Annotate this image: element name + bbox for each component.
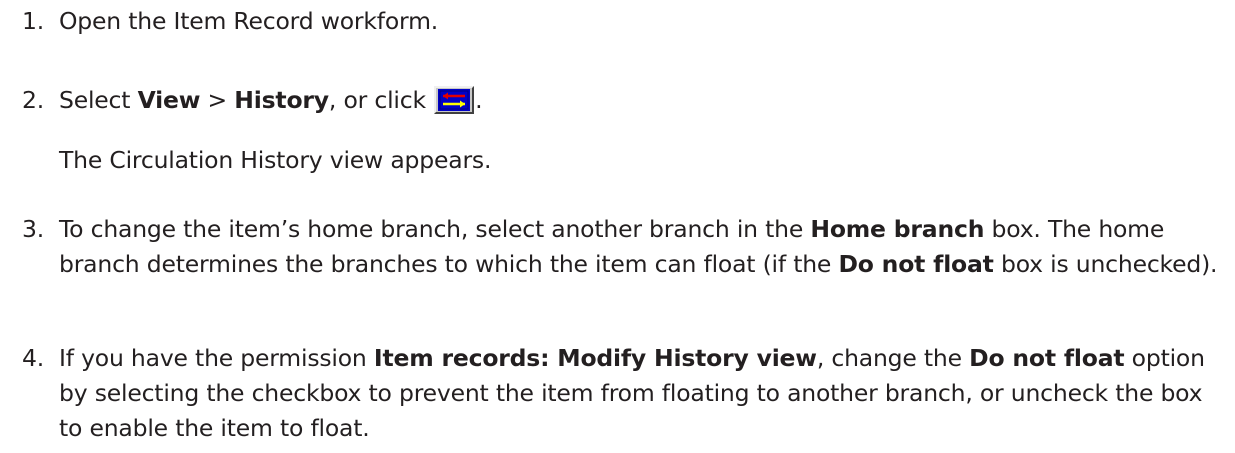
history-icon: [438, 89, 471, 111]
home-branch-label: Home branch: [810, 215, 985, 243]
permission-label: Item records: Modify History view: [373, 344, 817, 372]
step-text: Select View > History, or click .: [59, 83, 1225, 118]
step-2-result: The Circulation History view appears.: [59, 146, 492, 174]
do-not-float-label: Do not float: [969, 344, 1125, 372]
menu-separator: >: [200, 86, 235, 114]
history-menu-label: History: [234, 86, 329, 114]
step-4-text-1: If you have the permission: [59, 344, 374, 372]
step-3-text-1: To change the item’s home branch, select…: [59, 215, 811, 243]
step-number: 4.: [22, 344, 45, 372]
step-4-text-2: , change the: [816, 344, 970, 372]
step-text: To change the item’s home branch, select…: [59, 212, 1225, 282]
step-2-text-end: .: [475, 86, 483, 114]
step-number: 3.: [22, 215, 45, 243]
step-text: Open the Item Record workform.: [59, 4, 1225, 39]
step-2: 2. Select View > History, or click .: [22, 83, 1225, 118]
step-2-text-mid: , or click: [328, 86, 434, 114]
view-menu-label: View: [137, 86, 201, 114]
step-text: If you have the permission Item records:…: [59, 341, 1225, 446]
procedure-document: 1. Open the Item Record workform. 2. Sel…: [0, 0, 1235, 453]
step-2-text-pre: Select: [59, 86, 138, 114]
step-number: 1.: [22, 7, 45, 35]
history-view-button-icon[interactable]: [434, 86, 475, 114]
do-not-float-label: Do not float: [838, 250, 994, 278]
step-1-text: Open the Item Record workform.: [59, 7, 439, 35]
step-3: 3. To change the item’s home branch, sel…: [22, 212, 1225, 282]
step-3-text-3: box is unchecked).: [993, 250, 1218, 278]
step-number: 2.: [22, 86, 45, 114]
step-4: 4. If you have the permission Item recor…: [22, 341, 1225, 446]
step-1: 1. Open the Item Record workform.: [22, 4, 1225, 39]
